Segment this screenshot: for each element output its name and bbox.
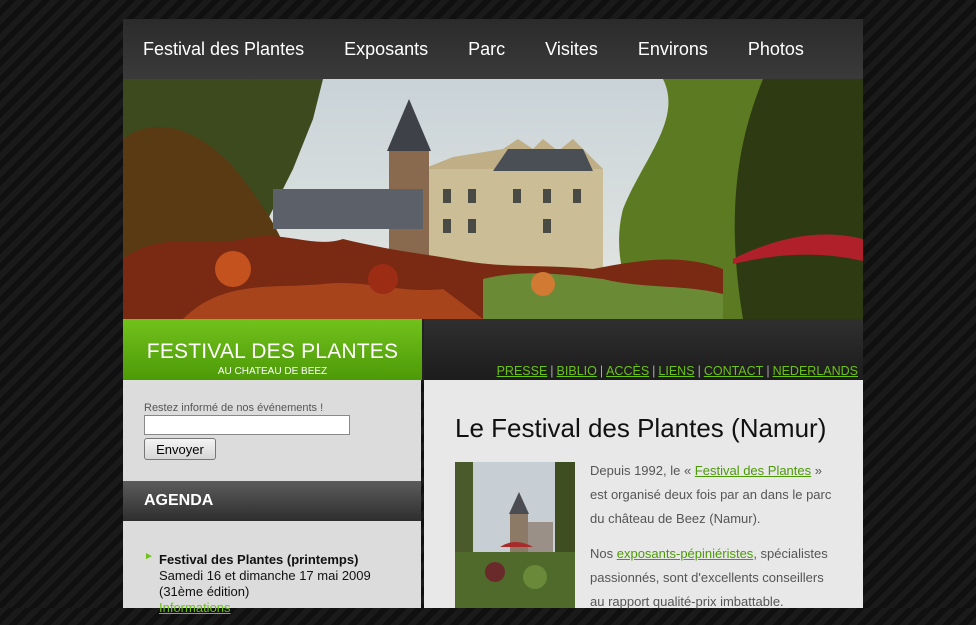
- link-biblio[interactable]: BIBLIO: [557, 364, 597, 378]
- secondary-links-bar: PRESSE | BIBLIO | ACCÈS | LIENS | CONTACT | NEDERL…: [424, 319, 863, 380]
- link-separator: |: [550, 364, 554, 378]
- link-acces[interactable]: ACCÈS: [606, 364, 649, 378]
- nav-environs[interactable]: Environs: [638, 39, 708, 60]
- agenda-heading-label: AGENDA: [144, 492, 214, 509]
- agenda-heading: AGENDA: [123, 481, 421, 521]
- agenda-item-date: Samedi 16 et dimanche 17 mai 2009: [159, 568, 371, 583]
- intro-text: Depuis 1992, le « Festival des Plantes »…: [590, 459, 840, 625]
- castle-thumbnail-image: [455, 462, 575, 608]
- link-nederlands[interactable]: NEDERLANDS: [773, 364, 858, 378]
- title-band: FESTIVAL DES PLANTES AU CHATEAU DE BEEZ …: [123, 319, 863, 380]
- logo-subtitle: AU CHATEAU DE BEEZ: [217, 366, 328, 377]
- p2-text-start: Nos: [590, 546, 617, 561]
- p1-text-start: Depuis 1992, le «: [590, 463, 695, 478]
- agenda-item-title: Festival des Plantes (printemps): [159, 552, 359, 567]
- main-content: Le Festival des Plantes (Namur) Depuis 1…: [424, 380, 863, 609]
- link-separator: |: [766, 364, 770, 378]
- logo-title: FESTIVAL DES PLANTES: [146, 340, 399, 363]
- nav-exposants[interactable]: Exposants: [344, 39, 428, 60]
- intro-paragraph-2: Nos exposants-pépiniéristes, spécialiste…: [590, 542, 840, 614]
- link-liens[interactable]: LIENS: [658, 364, 694, 378]
- site-logo[interactable]: FESTIVAL DES PLANTES AU CHATEAU DE BEEZ: [123, 319, 422, 380]
- top-navigation: Festival des Plantes Exposants Parc Visi…: [123, 19, 863, 79]
- newsletter-submit-button[interactable]: Envoyer: [144, 438, 216, 460]
- nav-festival[interactable]: Festival des Plantes: [143, 39, 304, 60]
- link-contact[interactable]: CONTACT: [704, 364, 764, 378]
- newsletter-email-input[interactable]: [144, 415, 350, 435]
- link-separator: |: [652, 364, 656, 378]
- bullet-arrow-icon: ►: [144, 551, 154, 562]
- link-presse[interactable]: PRESSE: [497, 364, 548, 378]
- intro-paragraph-1: Depuis 1992, le « Festival des Plantes »…: [590, 459, 840, 531]
- sidebar: Restez informé de nos événements ! Envoy…: [123, 380, 421, 615]
- link-separator: |: [599, 364, 604, 378]
- exposants-link[interactable]: exposants-pépiniéristes: [617, 546, 754, 561]
- hero-image-castle: [123, 79, 863, 319]
- agenda-item: ► Festival des Plantes (printemps) Samed…: [144, 551, 371, 616]
- festival-link[interactable]: Festival des Plantes: [695, 463, 811, 478]
- nav-parc[interactable]: Parc: [468, 39, 505, 60]
- nav-visites[interactable]: Visites: [545, 39, 598, 60]
- newsletter-label: Restez informé de nos événements !: [144, 402, 324, 414]
- secondary-links: PRESSE | BIBLIO | ACCÈS | LIENS | CONTACT | NEDERL…: [497, 364, 858, 378]
- nav-photos[interactable]: Photos: [748, 39, 804, 60]
- page-title: Le Festival des Plantes (Namur): [455, 413, 827, 443]
- agenda-item-edition: (31ème édition): [159, 584, 250, 599]
- page: Festival des Plantes Exposants Parc Visi…: [123, 19, 863, 615]
- link-separator: |: [697, 364, 701, 378]
